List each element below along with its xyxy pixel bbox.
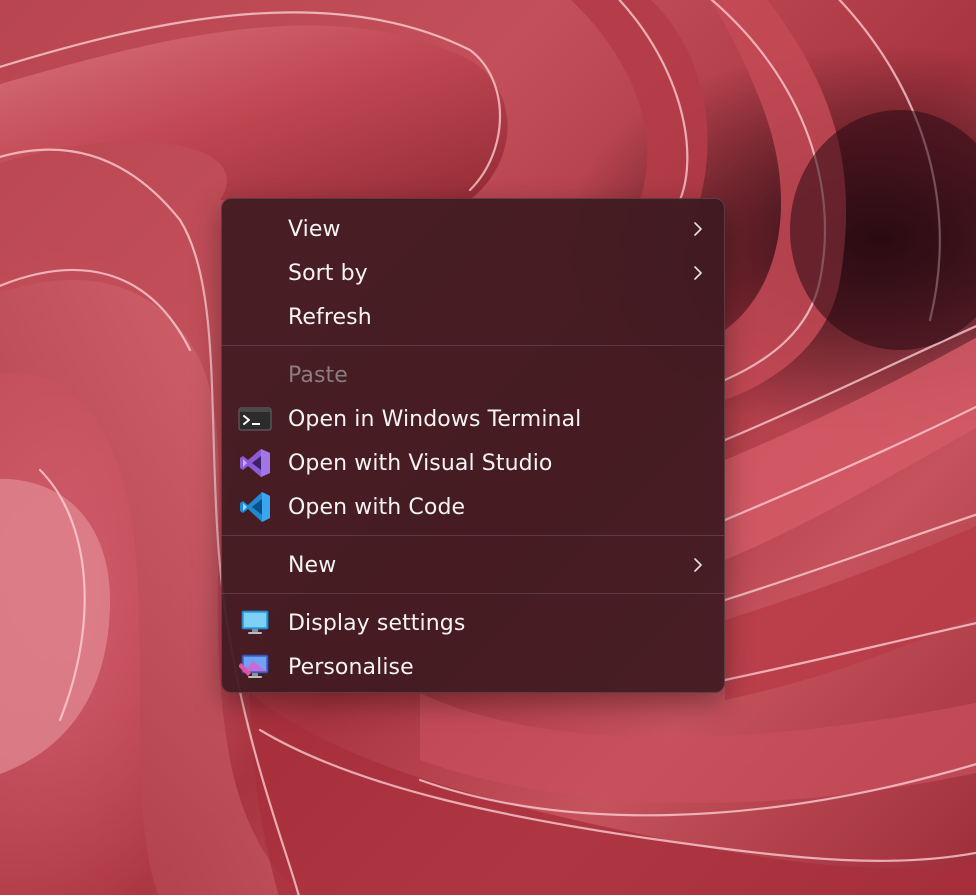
chevron-right-icon: [694, 222, 702, 236]
terminal-icon: [238, 405, 272, 433]
menu-separator: [222, 345, 724, 346]
menu-item-label: Open with Code: [288, 494, 466, 520]
menu-item-label: Display settings: [288, 610, 466, 636]
desktop[interactable]: View Sort by Refresh Paste Open in Windo…: [0, 0, 976, 895]
menu-item-label: Sort by: [288, 260, 368, 286]
menu-item-label: View: [288, 216, 341, 242]
menu-separator: [222, 593, 724, 594]
menu-item-display-settings[interactable]: Display settings: [222, 601, 724, 645]
menu-item-open-in-windows-terminal[interactable]: Open in Windows Terminal: [222, 397, 724, 441]
chevron-right-icon: [694, 266, 702, 280]
menu-item-open-with-visual-studio[interactable]: Open with Visual Studio: [222, 441, 724, 485]
menu-item-label: Paste: [288, 362, 348, 388]
menu-item-paste[interactable]: Paste: [222, 353, 724, 397]
vscode-icon: [238, 492, 272, 522]
menu-separator: [222, 535, 724, 536]
personalise-icon: [238, 653, 272, 681]
menu-item-sort-by[interactable]: Sort by: [222, 251, 724, 295]
menu-item-open-with-code[interactable]: Open with Code: [222, 485, 724, 529]
menu-item-view[interactable]: View: [222, 207, 724, 251]
display-settings-icon: [238, 609, 272, 637]
menu-item-new[interactable]: New: [222, 543, 724, 587]
chevron-right-icon: [694, 558, 702, 572]
menu-item-label: Personalise: [288, 654, 414, 680]
menu-item-refresh[interactable]: Refresh: [222, 295, 724, 339]
menu-item-label: Open in Windows Terminal: [288, 406, 582, 432]
menu-item-label: Refresh: [288, 304, 372, 330]
menu-item-personalise[interactable]: Personalise: [222, 645, 724, 689]
menu-item-label: New: [288, 552, 337, 578]
visual-studio-icon: [238, 449, 272, 477]
menu-item-label: Open with Visual Studio: [288, 450, 553, 476]
desktop-context-menu: View Sort by Refresh Paste Open in Windo…: [221, 198, 725, 693]
